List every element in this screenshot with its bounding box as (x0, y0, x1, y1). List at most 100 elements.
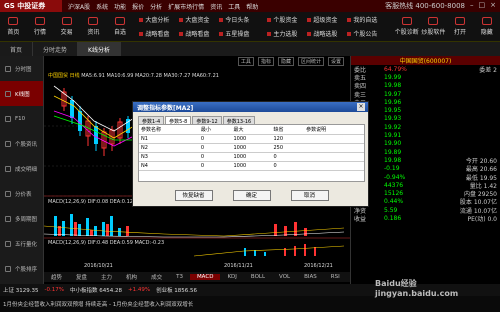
toolbar-link[interactable]: 大盘分析 (139, 14, 177, 26)
sidebar-item-stock-news[interactable]: 个股资讯 (0, 131, 43, 156)
toolbar-group-funds: 个股资金 超级资金 我的自选 主力选股 战略选股 个股公告 (267, 14, 385, 40)
toolbar-link[interactable]: 超级资金 (307, 14, 345, 26)
quant-icon (5, 240, 11, 247)
menu-item[interactable]: 扩展市场行情 (168, 2, 204, 11)
indicator-tab[interactable]: RSI (324, 274, 347, 280)
quotes-icon (35, 17, 45, 25)
close-icon[interactable]: × (490, 1, 496, 11)
tab-intraday[interactable]: 分时走势 (33, 42, 79, 56)
indicator-tab[interactable]: 主力 (94, 273, 119, 281)
sidebar-item-sort[interactable]: 个股排序 (0, 256, 43, 281)
indicator-tab[interactable]: 机构 (119, 273, 144, 281)
news-button[interactable]: 资讯 (80, 13, 107, 41)
toolbar-link[interactable]: 我的自选 (347, 14, 385, 26)
indicator-tab[interactable]: BOLL (244, 274, 272, 280)
app-logo: GS 中投证券 (0, 0, 62, 12)
diagnose-icon (401, 17, 412, 25)
sidebar-item-intraday[interactable]: 分时图 (0, 56, 43, 81)
sort-icon (5, 265, 11, 272)
toolbar-link[interactable]: 战略看盘 (179, 28, 217, 40)
table-header: 参数名称 最小 最大 缺省 参数说明 (139, 125, 364, 135)
title-bar: GS 中投证券 沪深A股 系统 功能 报价 分析 扩展市场行情 资讯 工具 帮助… (0, 0, 500, 12)
toolbar-link[interactable]: 战略选股 (307, 28, 345, 40)
toolbar-link[interactable]: 今日头条 (219, 14, 257, 26)
restore-default-button[interactable]: 恢复缺省 (174, 190, 213, 201)
menu-item[interactable]: 工具 (228, 2, 240, 11)
table-icon (5, 190, 11, 197)
tab-home[interactable]: 首页 (0, 42, 34, 56)
home-button[interactable]: 首页 (0, 13, 27, 41)
ok-button[interactable]: 确定 (232, 190, 271, 201)
open-icon (455, 17, 466, 25)
indicator-tab[interactable]: 成交 (144, 273, 169, 281)
watermark: Baidu经验 jingyan.baidu.com (375, 279, 459, 298)
menu-item[interactable]: 系统 (96, 2, 108, 11)
maximize-icon[interactable]: □ (479, 1, 486, 11)
indicator-tab[interactable]: VOL (272, 274, 297, 280)
sidebar-item-price-table[interactable]: 分价表 (0, 181, 43, 206)
menu-item[interactable]: 分析 (150, 2, 162, 11)
software-icon (428, 17, 439, 25)
watchlist-button[interactable]: 自选 (107, 13, 134, 41)
sidebar-item-quant[interactable]: 五行量化 (0, 231, 43, 256)
quote-panel: 中国国贸(600007) 委比 64.79% 委差 2 卖五 19.99 卖四 19.98 卖… (350, 56, 500, 284)
toolbar-link[interactable]: 主力选股 (267, 28, 305, 40)
quotes-button[interactable]: 行情 (27, 13, 54, 41)
diagnose-button[interactable]: 个股诊断 (393, 13, 420, 41)
list-icon (5, 165, 11, 172)
toolbar-link[interactable]: 战略看盘 (139, 28, 177, 40)
trade-icon (61, 17, 72, 25)
minimize-icon[interactable]: – (470, 1, 474, 11)
sidebar-item-trades[interactable]: 成交明细 (0, 156, 43, 181)
menu-item[interactable]: 帮助 (246, 2, 258, 11)
indicator-tab[interactable]: 趋势 (44, 273, 69, 281)
trade-button[interactable]: 交易 (53, 13, 80, 41)
dialog-title: 调整指标参数[MA2] (133, 102, 368, 112)
param-table-container: 参数名称 最小 最大 缺省 参数说明 N1 0 1000 120 N2 0 1000 250… (138, 124, 365, 182)
software-button[interactable]: 炒股软件 (420, 13, 447, 41)
menu-item[interactable]: 报价 (132, 2, 144, 11)
toolbar-group-analysis: 大盘分析 大盘资金 今日头条 战略看盘 战略看盘 五星操盘 (139, 14, 257, 40)
open-button[interactable]: 打开 (447, 13, 474, 41)
news-icon (5, 140, 11, 147)
indicator-tabs: 趋势 复盘 主力 机构 成交 T3 MACD KDJ BOLL VOL BIAS… (44, 272, 350, 282)
candle-icon (5, 90, 11, 97)
hide-button[interactable]: 隐藏 (473, 13, 500, 41)
date-label: 2016/11/21 (224, 263, 253, 269)
close-icon[interactable]: × (357, 103, 365, 111)
indicator-tab[interactable]: BIAS (297, 274, 324, 280)
toolbar-link[interactable]: 个股资金 (267, 14, 305, 26)
sidebar-item-kline[interactable]: K线图 (0, 81, 43, 106)
menu-item[interactable]: 功能 (114, 2, 126, 11)
indicator-param-dialog: 调整指标参数[MA2] × 参数1-4 参数5-8 参数9-12 参数13-16… (132, 101, 369, 207)
menu-item[interactable]: 资讯 (210, 2, 222, 11)
indicator-tab[interactable]: 复盘 (69, 273, 94, 281)
news-ticker[interactable]: 1月份央企经营收入利润双双预增 持续走高 - 1月份央企经营收入利润双双增长 (0, 296, 500, 312)
toolbar-link[interactable]: 个股公告 (347, 28, 385, 40)
window-controls: 客服热线 400-600-8008 – □ × (385, 1, 500, 11)
hide-icon (481, 17, 492, 25)
candles (61, 88, 139, 156)
tab-kline[interactable]: K线分析 (78, 42, 121, 56)
toolbar-link[interactable]: 大盘资金 (179, 14, 217, 26)
home-icon (8, 17, 19, 25)
menu-item[interactable]: 沪深A股 (68, 2, 90, 11)
quote-rows: 委比64.79%委差 2卖五19.99卖四19.98卖三19.97卖二19.96… (351, 65, 500, 223)
page-tabs: 首页 分时走势 K线分析 (0, 42, 500, 56)
chart-icon (5, 65, 11, 72)
news-icon (88, 17, 99, 25)
main-menu: 沪深A股 系统 功能 报价 分析 扩展市场行情 资讯 工具 帮助 (68, 2, 258, 11)
indicator-tab-macd[interactable]: MACD (189, 274, 221, 280)
phone-text: 客服热线 400-600-8008 (385, 2, 465, 10)
toolbar-link[interactable]: 五星操盘 (219, 28, 257, 40)
indicator-tab[interactable]: T3 (169, 274, 190, 280)
indicator-tab[interactable]: KDJ (220, 274, 243, 280)
sidebar-item-multi-period[interactable]: 多周期图 (0, 206, 43, 231)
sidebar-item-f10[interactable]: F10 (0, 106, 43, 131)
table-row: N3 0 1000 0 (139, 152, 364, 162)
param-table: 参数名称 最小 最大 缺省 参数说明 N1 0 1000 120 N2 0 1000 250… (139, 125, 364, 171)
dialog-buttons: 恢复缺省 确定 取消 (133, 190, 370, 201)
table-row: N1 0 1000 120 (139, 134, 364, 144)
cancel-button[interactable]: 取消 (290, 190, 329, 201)
quote-row: 收益 0.186 PE(动) 0.0 (354, 214, 497, 223)
